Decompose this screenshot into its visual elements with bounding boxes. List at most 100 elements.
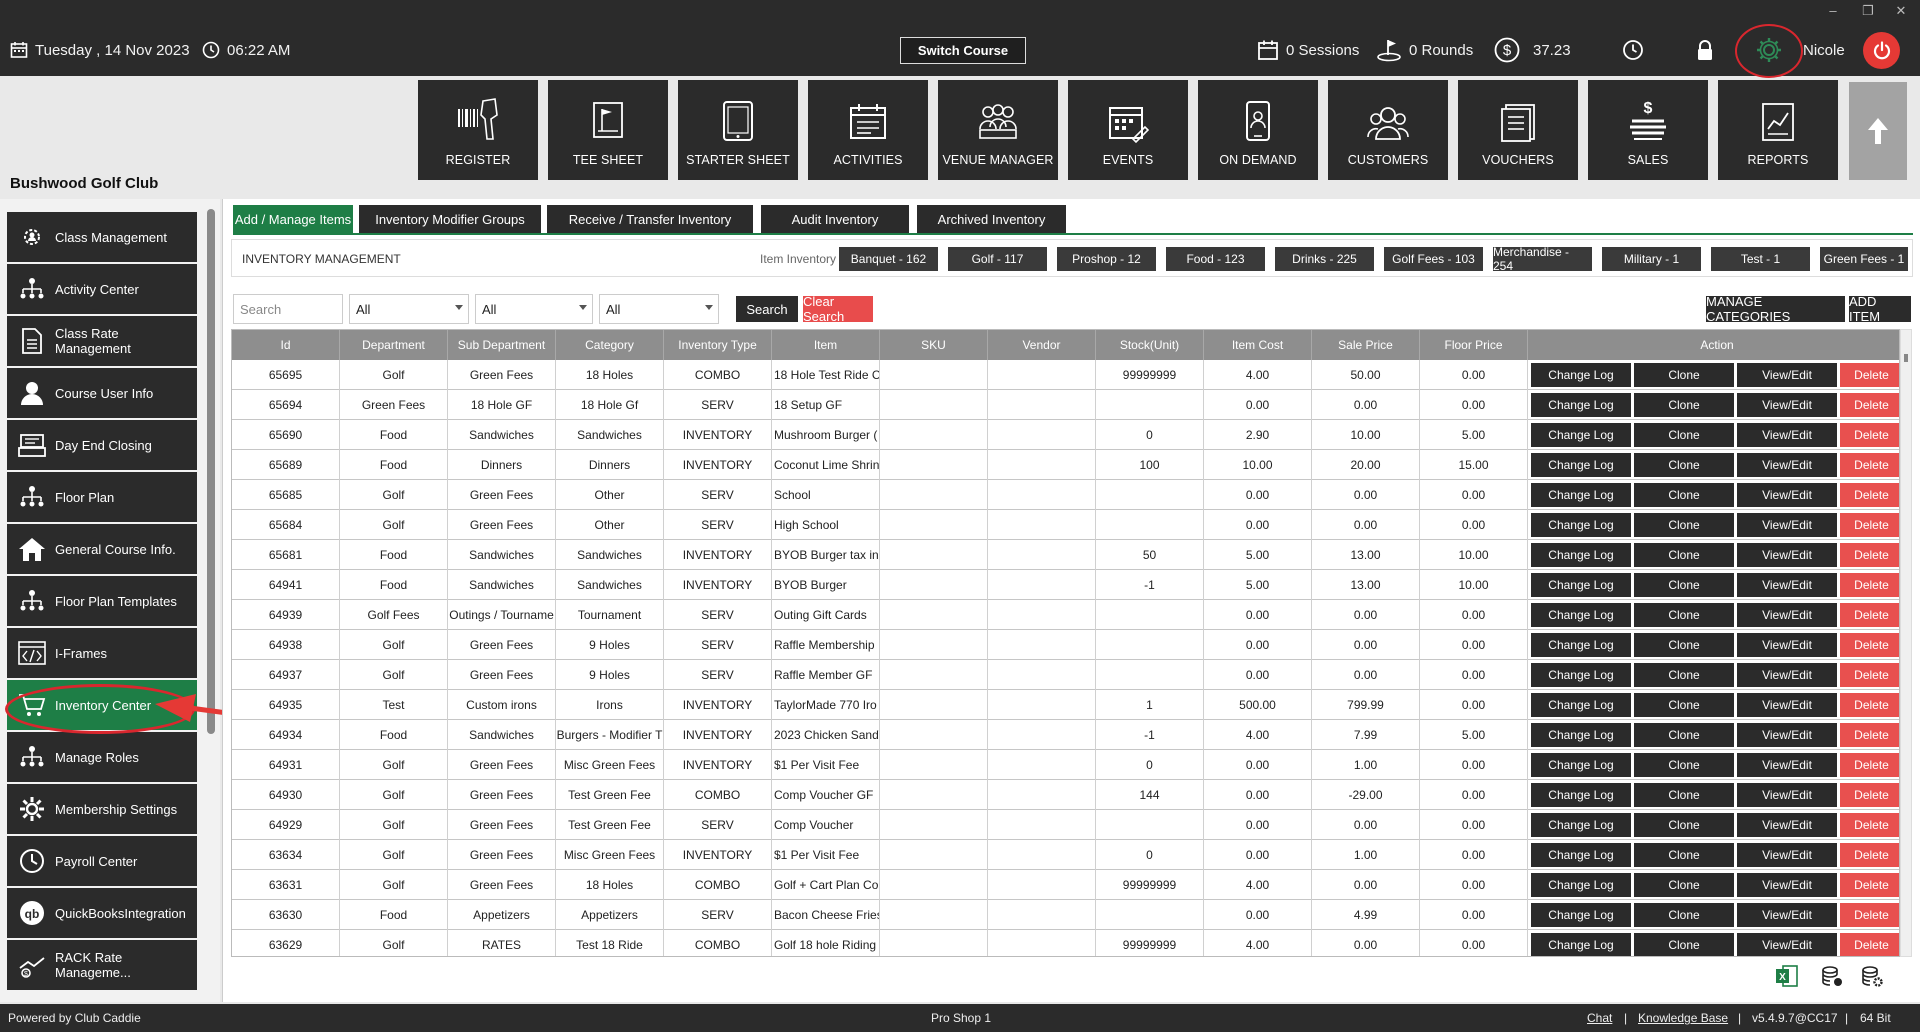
change-log-button[interactable]: Change Log [1531, 363, 1631, 387]
knowledge-base-link[interactable]: Knowledge Base [1638, 1011, 1728, 1025]
clone-button[interactable]: Clone [1634, 483, 1734, 507]
view-edit-button[interactable]: View/Edit [1737, 873, 1837, 897]
sessions-indicator[interactable]: 0 Sessions [1257, 24, 1359, 76]
view-edit-button[interactable]: View/Edit [1737, 633, 1837, 657]
delete-button[interactable]: Delete [1840, 543, 1899, 567]
delete-button[interactable]: Delete [1840, 663, 1899, 687]
clone-button[interactable]: Clone [1634, 753, 1734, 777]
column-header-department[interactable]: Department [340, 330, 448, 360]
change-log-button[interactable]: Change Log [1531, 513, 1631, 537]
sidebar-item-activity-center[interactable]: Activity Center [7, 264, 197, 314]
delete-button[interactable]: Delete [1840, 603, 1899, 627]
nav-tile-reports[interactable]: REPORTS [1718, 80, 1838, 180]
nav-tile-activities[interactable]: ACTIVITIES [808, 80, 928, 180]
change-log-button[interactable]: Change Log [1531, 633, 1631, 657]
table-row[interactable]: 64935 Test Custom irons Irons INVENTORY Taylo… [232, 690, 1899, 720]
clone-button[interactable]: Clone [1634, 573, 1734, 597]
delete-button[interactable]: Delete [1840, 393, 1899, 417]
clone-button[interactable]: Clone [1634, 933, 1734, 956]
clone-button[interactable]: Clone [1634, 453, 1734, 477]
clone-button[interactable]: Clone [1634, 423, 1734, 447]
manage-categories-button[interactable]: MANAGE CATEGORIES [1706, 294, 1845, 324]
nav-tile-customers[interactable]: CUSTOMERS [1328, 80, 1448, 180]
logout-power-button[interactable] [1863, 32, 1900, 69]
table-row[interactable]: 63631 Golf Green Fees 18 Holes COMBO Golf + C… [232, 870, 1899, 900]
column-header-action[interactable]: Action [1528, 330, 1899, 360]
nav-tile-events[interactable]: EVENTS [1068, 80, 1188, 180]
change-log-button[interactable]: Change Log [1531, 903, 1631, 927]
category-chip[interactable]: Golf - 117 [948, 247, 1047, 271]
column-header-item-cost[interactable]: Item Cost [1204, 330, 1312, 360]
change-log-button[interactable]: Change Log [1531, 783, 1631, 807]
add-item-button[interactable]: ADD ITEM [1849, 294, 1911, 324]
change-log-button[interactable]: Change Log [1531, 753, 1631, 777]
excel-export-icon[interactable]: X [1773, 962, 1801, 990]
nav-tile-on-demand[interactable]: ON DEMAND [1198, 80, 1318, 180]
clone-button[interactable]: Clone [1634, 363, 1734, 387]
restore-window-button[interactable]: ❐ [1855, 3, 1881, 19]
column-header-sku[interactable]: SKU [880, 330, 988, 360]
change-log-button[interactable]: Change Log [1531, 873, 1631, 897]
change-log-button[interactable]: Change Log [1531, 543, 1631, 567]
table-row[interactable]: 64937 Golf Green Fees 9 Holes SERV Raffle Mem… [232, 660, 1899, 690]
sidebar-item-class-management[interactable]: Class Management [7, 212, 197, 262]
change-log-button[interactable]: Change Log [1531, 573, 1631, 597]
view-edit-button[interactable]: View/Edit [1737, 483, 1837, 507]
tab-audit-inventory[interactable]: Audit Inventory [761, 205, 909, 233]
delete-button[interactable]: Delete [1840, 633, 1899, 657]
coins-icon[interactable] [1818, 962, 1846, 990]
tab-add-manage-items[interactable]: Add / Manage Items [233, 205, 353, 233]
lock-icon[interactable] [1696, 24, 1714, 76]
view-edit-button[interactable]: View/Edit [1737, 843, 1837, 867]
delete-button[interactable]: Delete [1840, 423, 1899, 447]
view-edit-button[interactable]: View/Edit [1737, 603, 1837, 627]
column-header-category[interactable]: Category [556, 330, 664, 360]
nav-tile-vouchers[interactable]: VOUCHERS [1458, 80, 1578, 180]
clear-search-button[interactable]: Clear Search [803, 294, 873, 324]
table-row[interactable]: 64934 Food Sandwiches Burgers - Modifier TI… [232, 720, 1899, 750]
minimize-window-button[interactable]: – [1820, 3, 1846, 18]
table-scrollbar[interactable] [1900, 329, 1912, 957]
table-row[interactable]: 64931 Golf Green Fees Misc Green Fees INVENT… [232, 750, 1899, 780]
table-row[interactable]: 64941 Food Sandwiches Sandwiches INVENTORY BY… [232, 570, 1899, 600]
sidebar-item-general-course-info[interactable]: General Course Info. [7, 524, 197, 574]
category-select[interactable]: All [599, 294, 719, 324]
sidebar-item-i-frames[interactable]: I-Frames [7, 628, 197, 678]
category-chip[interactable]: Military - 1 [1602, 247, 1701, 271]
clone-button[interactable]: Clone [1634, 873, 1734, 897]
change-log-button[interactable]: Change Log [1531, 423, 1631, 447]
delete-button[interactable]: Delete [1840, 573, 1899, 597]
scrollbar-thumb[interactable] [1904, 354, 1908, 362]
category-chip[interactable]: Proshop - 12 [1057, 247, 1156, 271]
table-row[interactable]: 65689 Food Dinners Dinners INVENTORY Coconut … [232, 450, 1899, 480]
sidebar-item-rack-rate-management[interactable]: $ RACK Rate Manageme... [7, 940, 197, 990]
chat-link[interactable]: Chat [1587, 1011, 1612, 1025]
close-window-button[interactable]: ✕ [1888, 3, 1914, 19]
delete-button[interactable]: Delete [1840, 363, 1899, 387]
view-edit-button[interactable]: View/Edit [1737, 693, 1837, 717]
table-row[interactable]: 64930 Golf Green Fees Test Green Fee COMBO Co… [232, 780, 1899, 810]
column-header-stock[interactable]: Stock(Unit) [1096, 330, 1204, 360]
delete-button[interactable]: Delete [1840, 813, 1899, 837]
clone-button[interactable]: Clone [1634, 393, 1734, 417]
view-edit-button[interactable]: View/Edit [1737, 663, 1837, 687]
table-row[interactable]: 63630 Food Appetizers Appetizers SERV Bacon C… [232, 900, 1899, 930]
sidebar-item-manage-roles[interactable]: Manage Roles [7, 732, 197, 782]
view-edit-button[interactable]: View/Edit [1737, 393, 1837, 417]
change-log-button[interactable]: Change Log [1531, 483, 1631, 507]
view-edit-button[interactable]: View/Edit [1737, 543, 1837, 567]
table-row[interactable]: 63629 Golf RATES Test 18 Ride COMBO Golf 18 h… [232, 930, 1899, 956]
user-name[interactable]: Nicole [1803, 24, 1845, 76]
view-edit-button[interactable]: View/Edit [1737, 783, 1837, 807]
view-edit-button[interactable]: View/Edit [1737, 513, 1837, 537]
nav-tile-tee-sheet[interactable]: TEE SHEET [548, 80, 668, 180]
coins-settings-icon[interactable] [1858, 962, 1886, 990]
clone-button[interactable]: Clone [1634, 633, 1734, 657]
change-log-button[interactable]: Change Log [1531, 843, 1631, 867]
nav-tile-register[interactable]: REGISTER [418, 80, 538, 180]
table-row[interactable]: 65681 Food Sandwiches Sandwiches INVENTORY BY… [232, 540, 1899, 570]
tab-receive-transfer-inventory[interactable]: Receive / Transfer Inventory [547, 205, 753, 233]
sidebar-item-class-rate-management[interactable]: Class Rate Management [7, 316, 197, 366]
delete-button[interactable]: Delete [1840, 903, 1899, 927]
clone-button[interactable]: Clone [1634, 663, 1734, 687]
